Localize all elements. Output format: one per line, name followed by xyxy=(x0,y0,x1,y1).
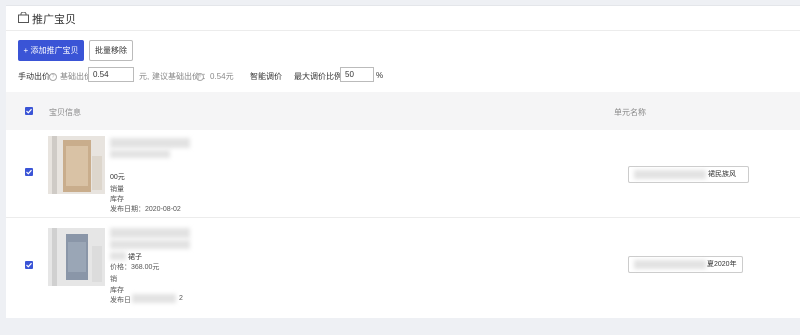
column-unit-name: 单元名称 xyxy=(614,108,646,117)
suggest-bid-label: 建议基础出价 xyxy=(152,72,200,81)
row-checkbox[interactable] xyxy=(25,168,33,176)
manual-bid-label: 手动出价 xyxy=(18,72,50,81)
promotion-panel: 推广宝贝 + 添加推广宝贝 批量移除 手动出价 ? 基础出价 元, 建议基础出价… xyxy=(6,5,800,318)
sales-label: 销 xyxy=(110,276,117,283)
product-title-fragment: 裙子 xyxy=(128,254,142,261)
unit-name-field[interactable]: 夏2020年 xyxy=(628,256,743,273)
redacted-title xyxy=(110,240,190,249)
redacted-title xyxy=(110,252,126,260)
publish-date-tail: 2 xyxy=(179,295,183,302)
batch-remove-button[interactable]: 批量移除 xyxy=(89,40,133,61)
row-divider xyxy=(6,217,800,218)
add-promo-item-button[interactable]: + 添加推广宝贝 xyxy=(18,40,84,61)
publish-date: 发布日期：2020-08-02 xyxy=(110,206,181,213)
sales-label: 销量 xyxy=(110,186,124,193)
redacted-unit-name xyxy=(634,260,706,269)
redacted-unit-name xyxy=(634,170,706,179)
page-title: 推广宝贝 xyxy=(32,14,76,26)
help-icon[interactable]: ? xyxy=(49,73,57,81)
suggest-bid-value: ：0.54元 xyxy=(202,72,234,81)
redacted-title xyxy=(110,138,190,148)
page-background xyxy=(6,318,800,335)
unit-name-text: 夏2020年 xyxy=(707,261,737,268)
product-thumbnail[interactable] xyxy=(48,136,105,194)
select-all-checkbox[interactable] xyxy=(25,107,33,115)
max-ratio-label: 最大调价比例 xyxy=(294,72,342,81)
redacted-date xyxy=(132,294,176,303)
unit-name-field[interactable]: 裙民族风 xyxy=(628,166,749,183)
stock-label: 库存 xyxy=(110,196,124,203)
yuan-unit: 元, xyxy=(139,72,150,81)
unit-name-text: 裙民族风 xyxy=(708,171,736,178)
redacted-title xyxy=(110,150,170,158)
product-thumbnail[interactable] xyxy=(48,228,105,286)
table-header: 宝贝信息 单元名称 xyxy=(6,92,800,130)
panel-header: 推广宝贝 xyxy=(6,6,800,31)
shopping-bag-icon xyxy=(18,12,29,23)
product-price: 00元 xyxy=(110,174,125,181)
stock-label: 库存 xyxy=(110,287,124,294)
base-bid-input[interactable] xyxy=(88,67,134,82)
percent-unit: % xyxy=(376,71,384,80)
publish-date: 发布日 xyxy=(110,297,131,304)
max-ratio-input[interactable] xyxy=(340,67,374,82)
smart-bid-label: 智能调价 xyxy=(250,72,282,81)
redacted-title xyxy=(110,228,190,238)
row-checkbox[interactable] xyxy=(25,261,33,269)
product-price: 价格：368.00元 xyxy=(110,264,160,271)
column-item-info: 宝贝信息 xyxy=(49,108,81,117)
